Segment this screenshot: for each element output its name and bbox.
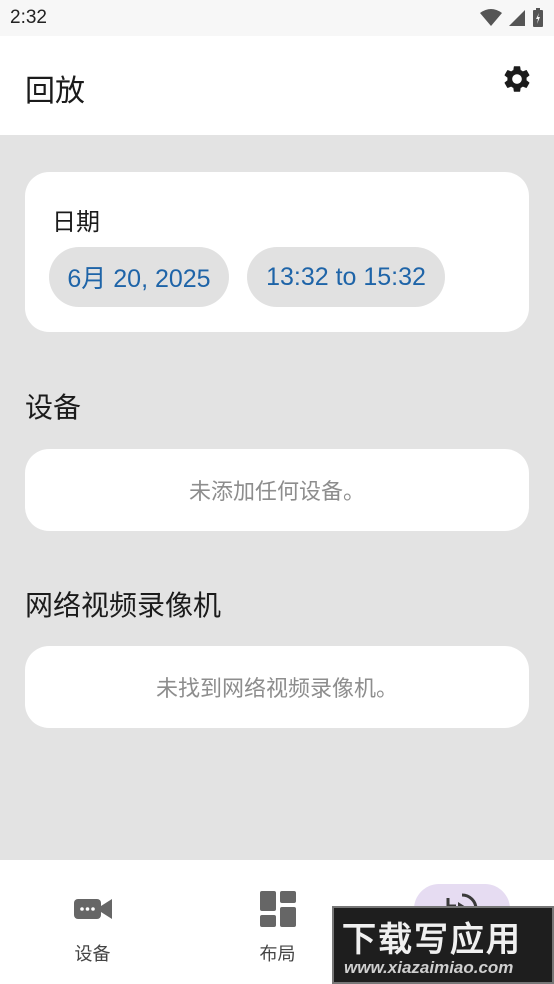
- layout-grid-icon: [230, 884, 326, 934]
- status-icons: [480, 8, 544, 32]
- watermark: 下载写应用 www.xiazaimiao.com: [332, 906, 554, 984]
- watermark-main-text: 下载写应用: [342, 920, 522, 960]
- video-camera-icon: [45, 884, 141, 934]
- date-card: 日期 6月 20, 2025 13:32 to 15:32: [25, 172, 529, 332]
- watermark-url: www.xiazaimiao.com: [344, 958, 514, 977]
- devices-empty-text: 未添加任何设备。: [188, 480, 365, 505]
- nvr-empty-card: 未找到网络视频录像机。: [25, 646, 529, 728]
- date-chip[interactable]: 6月 20, 2025: [49, 247, 229, 307]
- settings-button[interactable]: [500, 64, 534, 98]
- date-label: 日期: [52, 208, 100, 236]
- page-title: 回放: [25, 74, 85, 109]
- wifi-icon: [480, 9, 502, 31]
- signal-icon: [508, 9, 526, 31]
- devices-empty-card: 未添加任何设备。: [25, 449, 529, 531]
- app-bar: 回放: [0, 36, 554, 135]
- nvr-empty-text: 未找到网络视频录像机。: [155, 677, 398, 702]
- devices-section-title: 设备: [25, 391, 82, 424]
- battery-icon: [532, 8, 544, 32]
- nav-label-devices: 设备: [74, 944, 111, 965]
- status-time: 2:32: [10, 7, 47, 28]
- nvr-section-title: 网络视频录像机: [25, 589, 222, 622]
- gear-icon: [501, 63, 533, 99]
- time-range-chip[interactable]: 13:32 to 15:32: [247, 247, 445, 307]
- nav-item-devices[interactable]: 设备: [0, 860, 185, 984]
- status-bar: 2:32: [0, 0, 554, 36]
